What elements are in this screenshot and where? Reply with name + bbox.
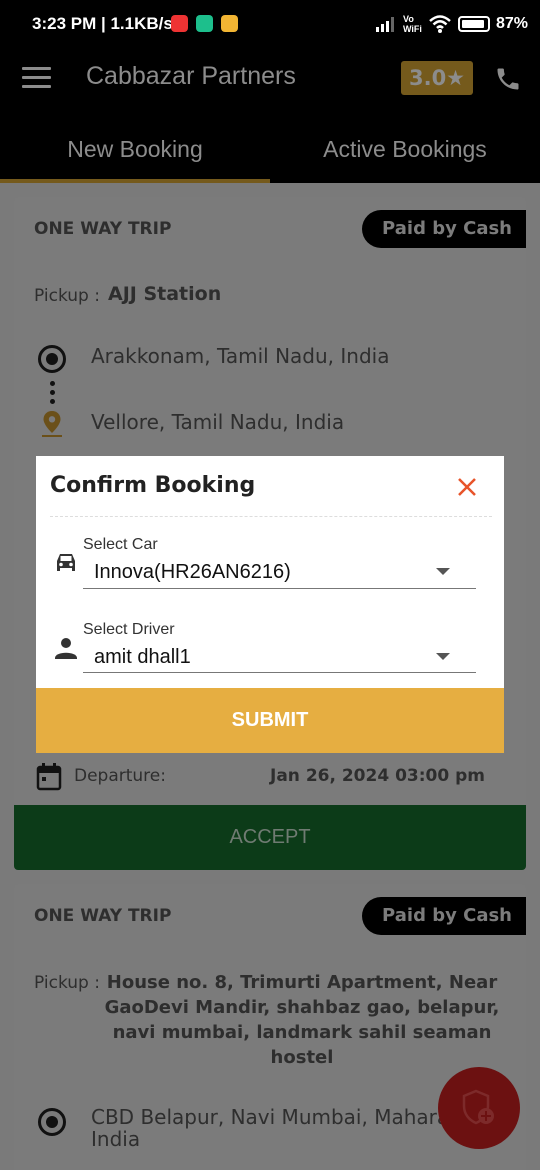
payment-badge: Paid by Cash bbox=[362, 210, 526, 248]
hamburger-menu-icon[interactable] bbox=[22, 67, 51, 89]
car-icon bbox=[57, 554, 75, 571]
phone-icon[interactable] bbox=[494, 65, 522, 93]
origin-radio-icon bbox=[38, 345, 66, 373]
origin-location: Arakkonam, Tamil Nadu, India bbox=[91, 344, 390, 368]
dialog-divider bbox=[50, 516, 492, 517]
battery-percent: 87% bbox=[496, 15, 529, 32]
departure-label: Departure: bbox=[74, 766, 166, 786]
confirm-booking-dialog: Confirm Booking Select Car Innova(HR26AN… bbox=[36, 456, 504, 753]
dialog-title: Confirm Booking bbox=[50, 473, 256, 498]
car-dropdown-arrow-icon[interactable] bbox=[436, 568, 450, 575]
floating-action-button[interactable] bbox=[438, 1067, 520, 1149]
app-title: Cabbazar Partners bbox=[86, 62, 296, 90]
select-car-value[interactable]: Innova(HR26AN6216) bbox=[94, 561, 291, 584]
notes-notification-icon bbox=[221, 15, 238, 32]
trip-type: ONE WAY TRIP bbox=[34, 219, 172, 239]
driver-dropdown-arrow-icon[interactable] bbox=[436, 653, 450, 660]
driver-dropdown-underline bbox=[83, 672, 476, 673]
pickup-label: Pickup : bbox=[34, 286, 100, 306]
pickup-address-line: navi mumbai, landmark sahil seaman bbox=[112, 1022, 492, 1043]
destination-pin-icon bbox=[42, 411, 62, 437]
car-dropdown-underline bbox=[83, 588, 476, 589]
accept-button[interactable]: ACCEPT bbox=[14, 805, 526, 870]
close-icon[interactable] bbox=[456, 476, 478, 498]
origin-location: CBD Belapur, Navi Mumbai, Maharas India bbox=[91, 1106, 460, 1150]
youtube-notification-icon bbox=[171, 15, 188, 32]
shield-notification-icon bbox=[196, 15, 213, 32]
status-time: 3:23 PM | 1.1KB/s bbox=[32, 14, 173, 33]
pickup-address-line: hostel bbox=[270, 1047, 334, 1068]
pickup-address: House no. 8, Trimurti Apartment, Near Ga… bbox=[102, 970, 502, 1070]
submit-button[interactable]: SUBMIT bbox=[36, 688, 504, 753]
destination-location: Vellore, Tamil Nadu, India bbox=[91, 410, 345, 434]
pickup-value: AJJ Station bbox=[108, 283, 222, 305]
status-bar: 3:23 PM | 1.1KB/s Vo WiFi 87% bbox=[0, 0, 540, 50]
tab-active-bookings[interactable]: Active Bookings bbox=[270, 128, 540, 180]
origin-location-line: CBD Belapur, Navi Mumbai, Maharas bbox=[91, 1105, 460, 1129]
shield-plus-icon bbox=[462, 1089, 494, 1125]
departure-value: Jan 26, 2024 03:00 pm bbox=[270, 766, 485, 786]
select-driver-value[interactable]: amit dhall1 bbox=[94, 646, 191, 669]
person-icon bbox=[55, 638, 77, 659]
signal-icon bbox=[376, 17, 394, 32]
pickup-address-line: GaoDevi Mandir, shahbaz gao, belapur, bbox=[104, 997, 500, 1018]
active-tab-indicator bbox=[0, 179, 270, 183]
payment-badge: Paid by Cash bbox=[362, 897, 526, 935]
calendar-icon bbox=[36, 763, 62, 791]
pickup-label: Pickup : bbox=[34, 973, 100, 993]
origin-radio-icon bbox=[38, 1108, 66, 1136]
select-car-label: Select Car bbox=[83, 536, 158, 553]
rating-badge: 3.0★ bbox=[401, 61, 473, 95]
origin-location-line: India bbox=[91, 1127, 141, 1151]
vowifi-label: Vo WiFi bbox=[403, 14, 422, 34]
tab-new-booking[interactable]: New Booking bbox=[0, 128, 270, 180]
wifi-icon bbox=[429, 15, 451, 33]
pickup-address-line: House no. 8, Trimurti Apartment, Near bbox=[106, 972, 498, 993]
trip-type: ONE WAY TRIP bbox=[34, 906, 172, 926]
route-dots-icon bbox=[50, 381, 56, 408]
battery-icon bbox=[458, 16, 490, 32]
select-driver-label: Select Driver bbox=[83, 621, 175, 638]
